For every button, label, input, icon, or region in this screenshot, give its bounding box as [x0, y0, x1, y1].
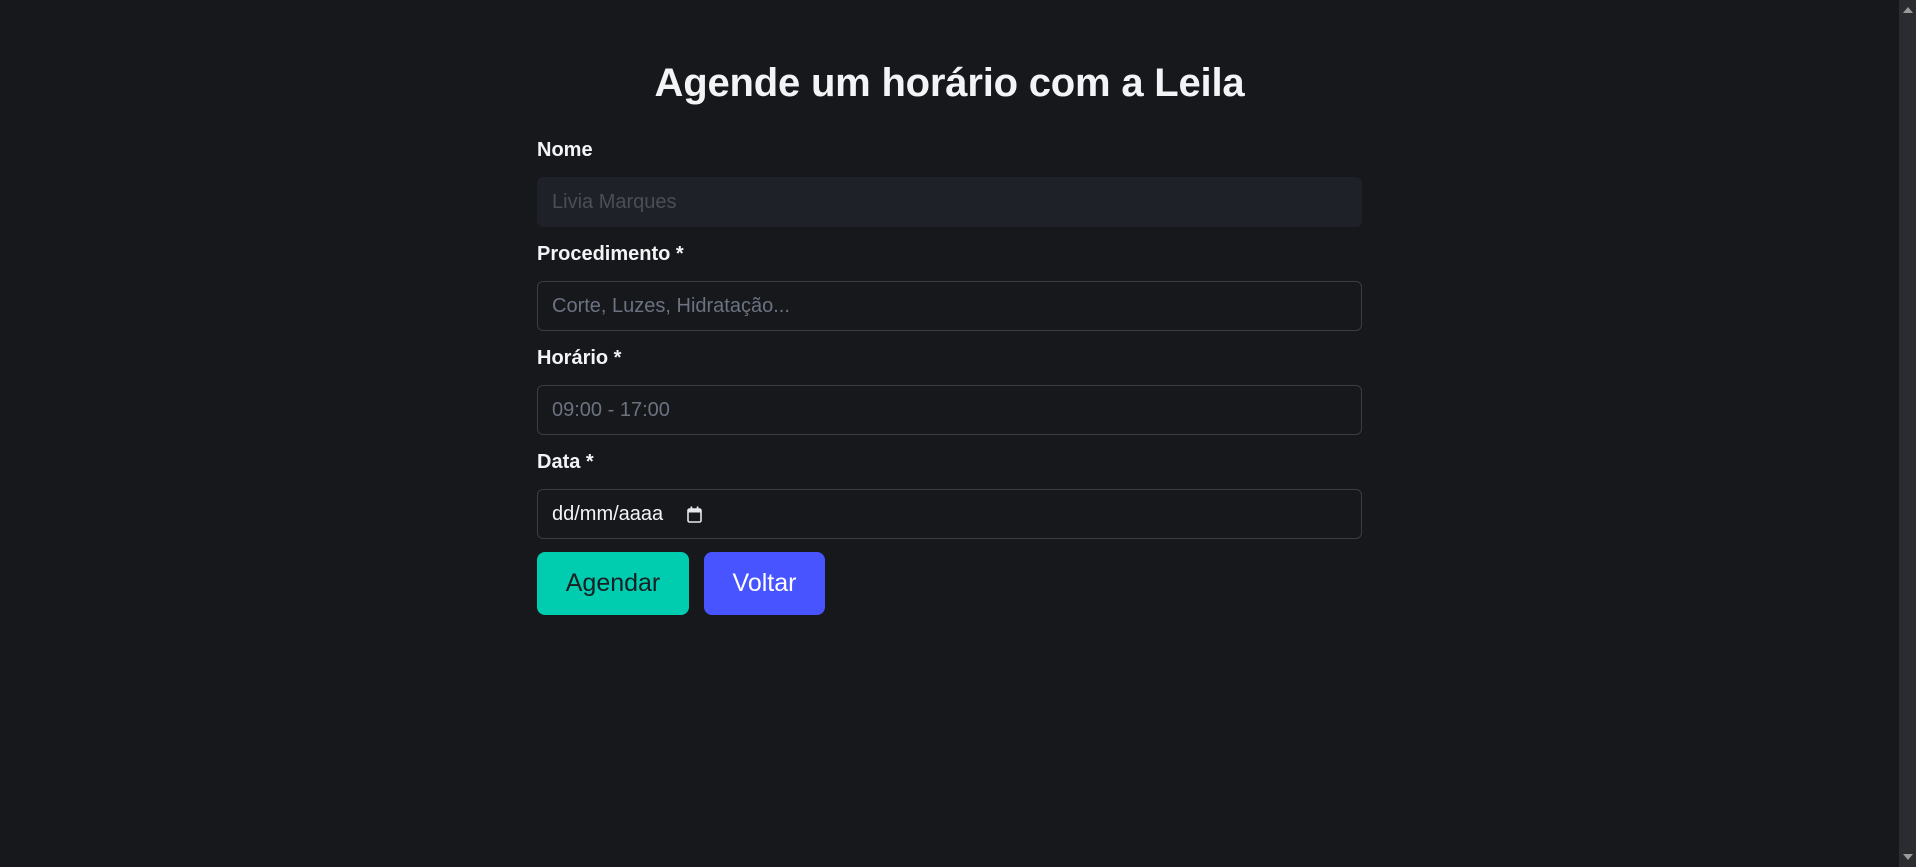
- page-title: Agende um horário com a Leila: [654, 61, 1245, 105]
- page: Agende um horário com a Leila Nome Livia…: [0, 0, 1899, 867]
- appointment-form: Nome Livia Marques Procedimento * Corte,…: [537, 136, 1362, 615]
- name-field-group: Nome Livia Marques: [537, 136, 1362, 227]
- date-field-group: Data * dd/mm/aaaa: [537, 448, 1362, 539]
- procedure-input[interactable]: Corte, Luzes, Hidratação...: [537, 281, 1362, 331]
- time-input[interactable]: 09:00 - 17:00: [537, 385, 1362, 435]
- procedure-field-group: Procedimento * Corte, Luzes, Hidratação.…: [537, 240, 1362, 331]
- scroll-up-icon[interactable]: [1903, 7, 1913, 13]
- time-input-placeholder: 09:00 - 17:00: [552, 398, 670, 421]
- name-input[interactable]: Livia Marques: [537, 177, 1362, 227]
- name-input-value: Livia Marques: [552, 190, 677, 213]
- form-actions: Agendar Voltar: [537, 552, 1362, 615]
- schedule-button[interactable]: Agendar: [537, 552, 689, 615]
- date-label: Data *: [537, 451, 594, 473]
- back-button[interactable]: Voltar: [704, 552, 825, 615]
- time-label: Horário *: [537, 347, 622, 369]
- vertical-scrollbar[interactable]: [1899, 0, 1916, 867]
- procedure-input-placeholder: Corte, Luzes, Hidratação...: [552, 294, 790, 317]
- name-label: Nome: [537, 139, 593, 161]
- calendar-icon[interactable]: [687, 506, 702, 523]
- time-field-group: Horário * 09:00 - 17:00: [537, 344, 1362, 435]
- date-input-placeholder: dd/mm/aaaa: [552, 502, 664, 525]
- date-input[interactable]: dd/mm/aaaa: [537, 489, 1362, 539]
- procedure-label: Procedimento *: [537, 243, 684, 265]
- scroll-down-icon[interactable]: [1903, 854, 1913, 860]
